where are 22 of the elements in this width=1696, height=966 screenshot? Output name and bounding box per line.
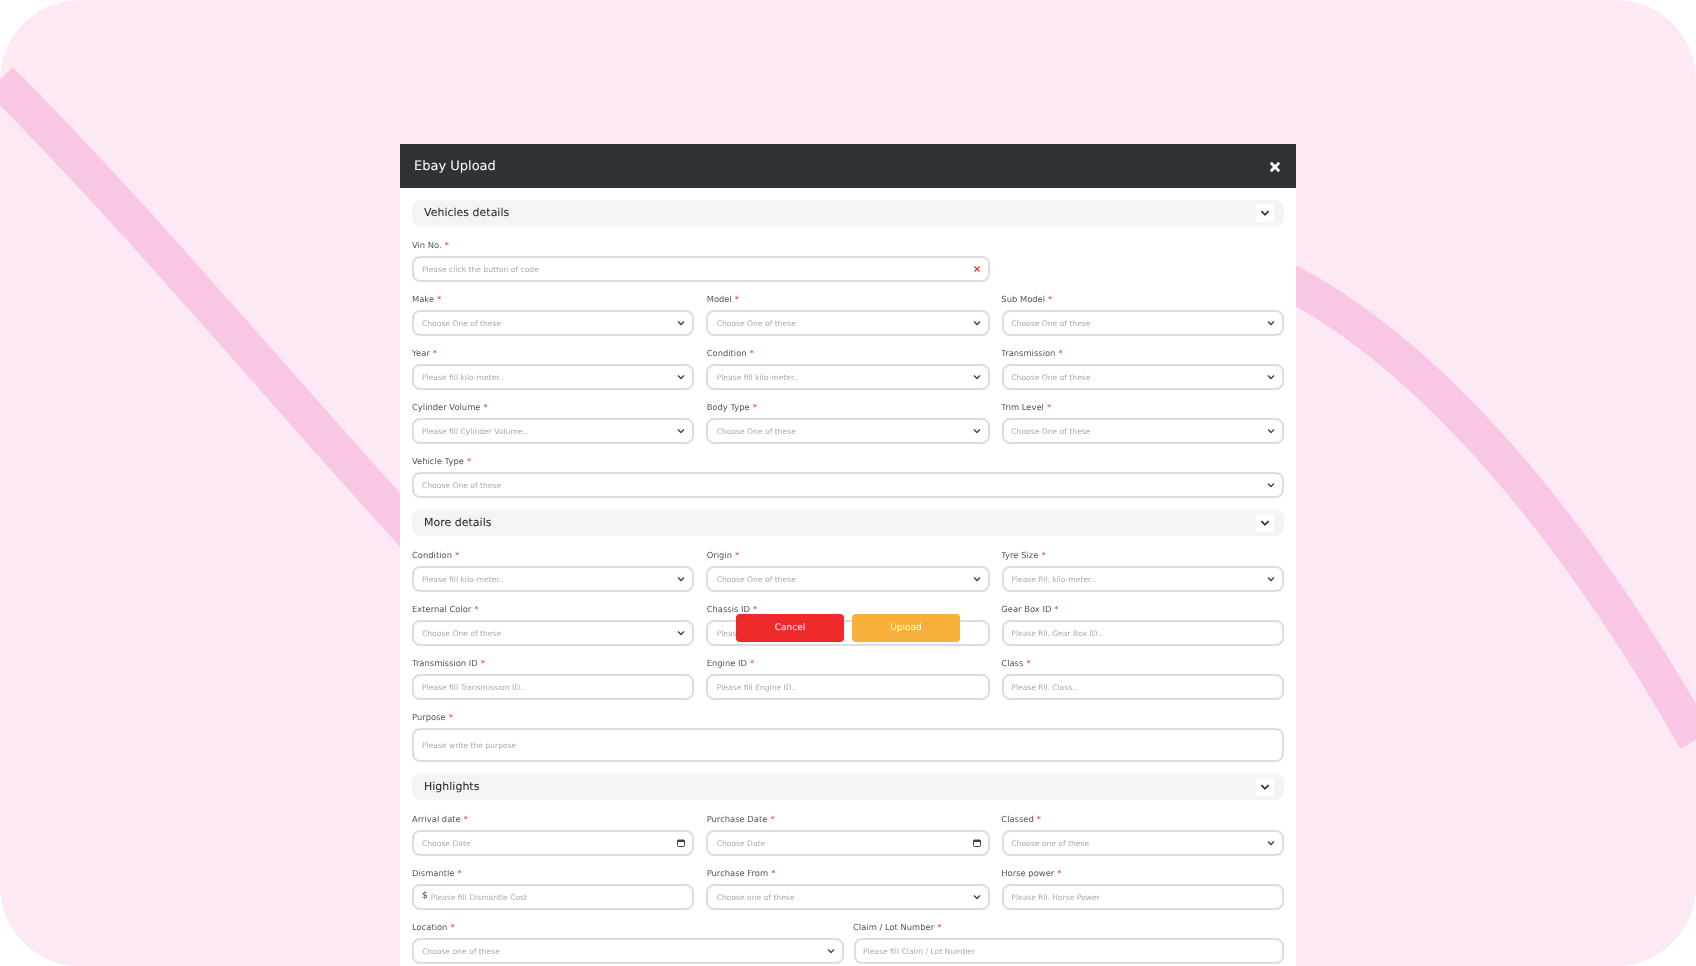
calendar-icon (676, 838, 687, 848)
caret-icon (971, 318, 982, 328)
caret-icon (971, 426, 982, 436)
caret-icon (676, 574, 687, 584)
calendar-icon (971, 838, 982, 848)
caret-icon (1265, 426, 1276, 436)
chevron-icon[interactable] (1256, 514, 1274, 532)
caret-icon (1266, 480, 1276, 490)
caret-icon (825, 946, 835, 956)
caret-icon (676, 318, 687, 328)
caret-icon (1265, 574, 1276, 584)
caret-icon (676, 372, 687, 382)
chevron-icon[interactable] (1256, 778, 1274, 796)
caret-icon (676, 628, 687, 638)
caret-icon (1265, 318, 1276, 328)
caret-icon (971, 892, 982, 902)
caret-icon (971, 372, 982, 382)
chevron-icon[interactable] (1256, 204, 1274, 222)
caret-icon (1265, 372, 1276, 382)
caret-icon (971, 574, 982, 584)
caret-icon (676, 426, 687, 436)
caret-icon (1265, 838, 1276, 848)
